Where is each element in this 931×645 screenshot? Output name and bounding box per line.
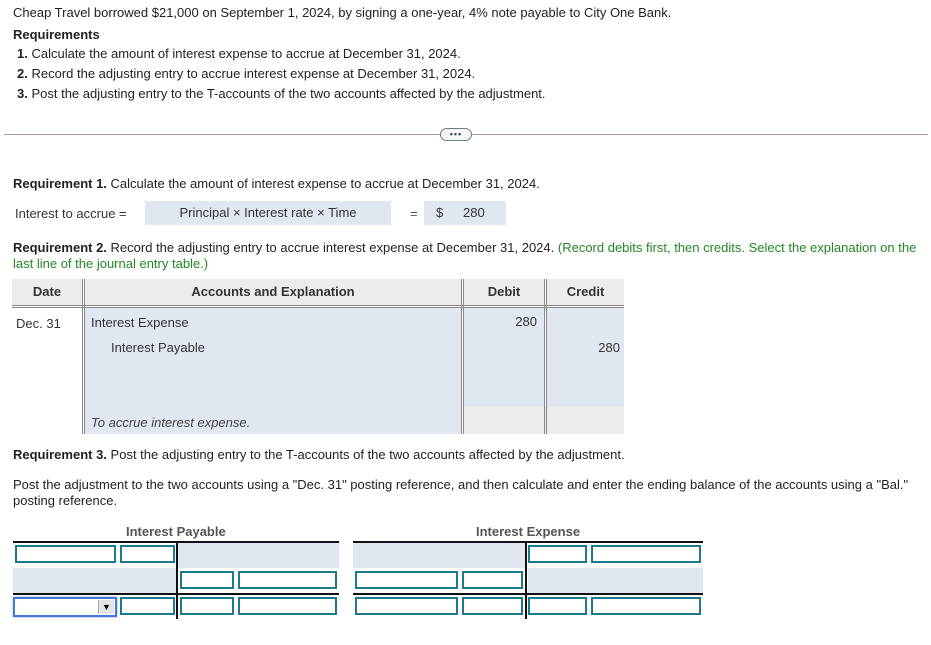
ie-bal-debit-amt[interactable] <box>462 597 523 615</box>
formula-box: Principal × Interest rate × Time <box>145 201 391 225</box>
ip-credit-ref-1[interactable] <box>180 571 234 589</box>
entry-explanation[interactable]: To accrue interest expense. <box>91 415 250 430</box>
equals-sign: = <box>410 206 418 221</box>
ip-balance-side-select[interactable]: ▼ <box>13 597 117 617</box>
credit-account[interactable]: Interest Payable <box>111 340 205 355</box>
debit-account[interactable]: Interest Expense <box>91 315 189 330</box>
requirements-heading: Requirements <box>13 27 100 42</box>
t-account-title: Interest Expense <box>476 524 581 539</box>
currency-symbol: $ <box>436 205 444 220</box>
interest-result-field[interactable]: $ 280 <box>424 201 506 225</box>
req2-heading: Requirement 2. Record the adjusting entr… <box>13 240 917 271</box>
t-account-title: Interest Payable <box>126 524 226 539</box>
journal-entry-table: Date Accounts and Explanation Debit Cred… <box>12 279 624 434</box>
ip-credit-amt-1[interactable] <box>238 571 337 589</box>
ip-bal-credit-amt[interactable] <box>238 597 337 615</box>
ie-debit-ref-1[interactable] <box>355 571 458 589</box>
ip-bal-credit-ref[interactable] <box>180 597 234 615</box>
credit-column-bg <box>547 308 624 407</box>
ip-debit-ref-1[interactable] <box>15 545 116 563</box>
header-credit: Credit <box>547 279 624 305</box>
ie-debit-amt-1[interactable] <box>462 571 523 589</box>
header-accounts: Accounts and Explanation <box>85 279 461 305</box>
problem-statement: Cheap Travel borrowed $21,000 on Septemb… <box>13 5 672 20</box>
requirement-item: 1. Calculate the amount of interest expe… <box>17 46 461 61</box>
chevron-down-icon[interactable]: ▼ <box>98 600 114 614</box>
interest-result-value: 280 <box>463 205 485 220</box>
requirement-item: 2. Record the adjusting entry to accrue … <box>17 66 476 81</box>
expand-more-button[interactable]: ••• <box>440 128 472 141</box>
req3-heading: Requirement 3. Post the adjusting entry … <box>13 447 625 462</box>
header-debit: Debit <box>464 279 544 305</box>
ie-bal-credit-amt[interactable] <box>591 597 701 615</box>
ie-credit-ref-1[interactable] <box>528 545 587 563</box>
header-date: Date <box>12 279 82 305</box>
req1-heading: Requirement 1. Calculate the amount of i… <box>13 176 540 191</box>
requirement-item: 3. Post the adjusting entry to the T-acc… <box>17 86 546 101</box>
req3-instruction: Post the adjustment to the two accounts … <box>13 477 909 508</box>
interest-label: Interest to accrue = <box>15 206 127 221</box>
debit-amount[interactable]: 280 <box>515 314 537 329</box>
credit-amount[interactable]: 280 <box>598 340 620 355</box>
ie-bal-credit-ref[interactable] <box>528 597 587 615</box>
ip-bal-debit-amt[interactable] <box>120 597 175 615</box>
ie-bal-debit-ref[interactable] <box>355 597 458 615</box>
entry-date: Dec. 31 <box>16 316 61 331</box>
ip-debit-amt-1[interactable] <box>120 545 175 563</box>
ie-credit-amt-1[interactable] <box>591 545 701 563</box>
